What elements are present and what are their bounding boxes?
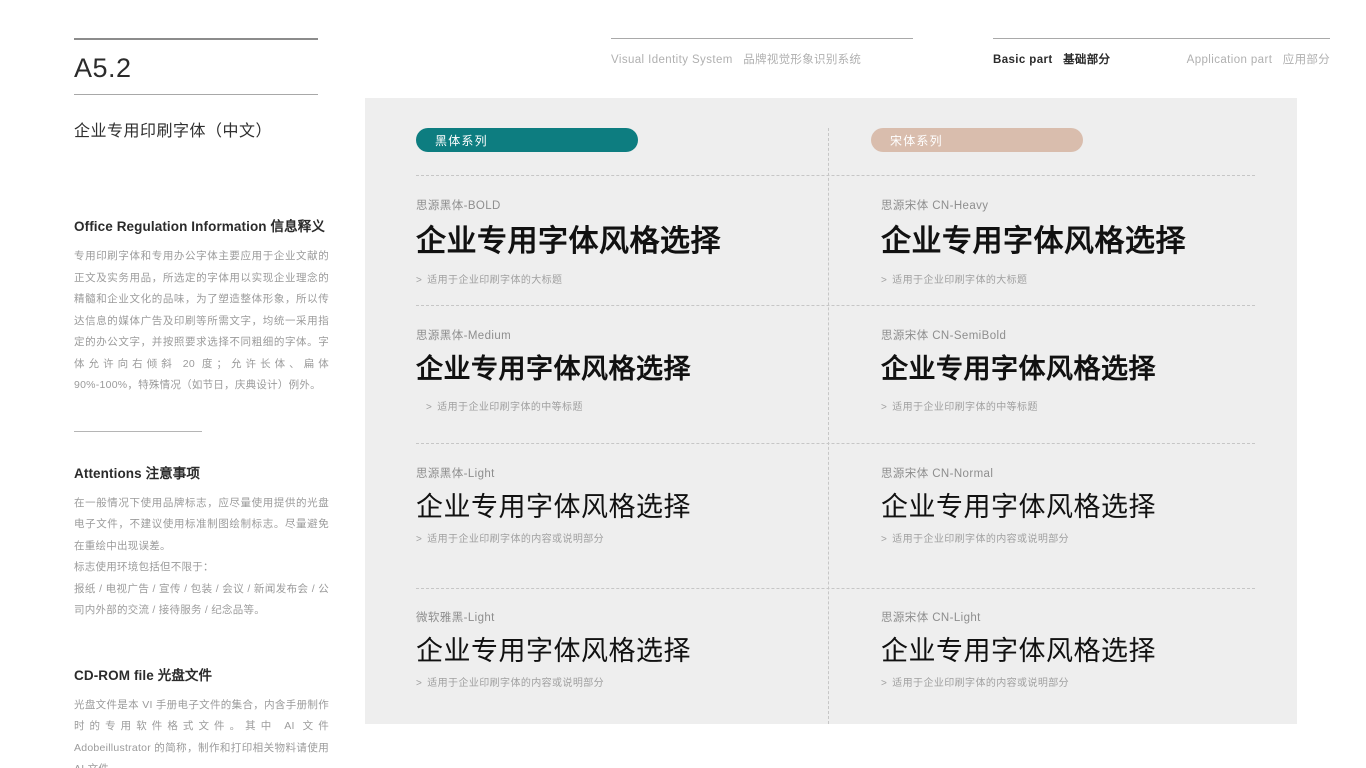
- cdrom-heading-cn: 光盘文件: [157, 667, 213, 683]
- font-sample-note-text: 适用于企业印刷字体的大标题: [892, 275, 1028, 287]
- sidebar: A5.2 企业专用印刷字体（中文） Office Regulation Info…: [74, 38, 332, 768]
- font-sample-note-text: 适用于企业印刷字体的大标题: [427, 275, 563, 287]
- font-sample-yahei-light: 微软雅黑-Light 企业专用字体风格选择 > 适用于企业印刷字体的内容或说明部分: [416, 609, 836, 689]
- font-sample-songti-semibold: 思源宋体 CN-SemiBold 企业专用字体风格选择 > 适用于企业印刷字体的中…: [881, 327, 1301, 413]
- attentions-heading: Attentions 注意事项: [74, 462, 329, 482]
- chevron-right-icon: >: [416, 275, 423, 287]
- divider-dashed-h1: [416, 175, 1255, 176]
- attentions-body-2: 标志使用环境包括但不限于：: [74, 561, 214, 574]
- chevron-right-icon: >: [881, 401, 888, 413]
- attentions-heading-cn: 注意事项: [145, 465, 201, 481]
- typography-panel: 黑体系列 宋体系列 思源黑体-BOLD 企业专用字体风格选择 > 适用于企业印刷字…: [365, 98, 1297, 724]
- divider-dashed-h2: [416, 305, 1255, 306]
- vi-manual-page: A5.2 企业专用印刷字体（中文） Office Regulation Info…: [0, 0, 1366, 768]
- font-sample-heiti-medium: 思源黑体-Medium 企业专用字体风格选择 > 适用于企业印刷字体的中等标题: [416, 327, 836, 413]
- pill-heiti-series: 黑体系列: [416, 128, 638, 152]
- font-sample-text: 企业专用字体风格选择: [881, 354, 1156, 384]
- font-sample-note-text: 适用于企业印刷字体的内容或说明部分: [427, 533, 605, 545]
- font-sample-note-text: 适用于企业印刷字体的中等标题: [892, 401, 1038, 413]
- font-sample-note: > 适用于企业印刷字体的中等标题: [416, 398, 836, 413]
- font-sample-text: 企业专用字体风格选择: [416, 636, 691, 667]
- pill-songti-label: 宋体系列: [890, 133, 943, 148]
- info-block-heading-en: Office Regulation Information: [74, 219, 267, 235]
- cdrom-heading: CD-ROM file 光盘文件: [74, 664, 329, 684]
- font-sample-name: 思源宋体 CN-SemiBold: [881, 330, 1007, 342]
- font-sample-text: 企业专用字体风格选择: [416, 354, 691, 384]
- chevron-right-icon: >: [881, 677, 888, 689]
- tab-basic-part-en: Basic part: [993, 54, 1053, 66]
- font-sample-name: 微软雅黑-Light: [416, 612, 495, 624]
- divider-dashed-h3: [416, 443, 1255, 444]
- font-sample-note-text: 适用于企业印刷字体的内容或说明部分: [427, 677, 605, 689]
- chevron-right-icon: >: [416, 533, 423, 545]
- font-sample-name: 思源宋体 CN-Normal: [881, 468, 994, 480]
- topnav-right: Basic part 基础部分 Application part 应用部分: [993, 38, 1330, 67]
- attentions-heading-en: Attentions: [74, 465, 142, 481]
- font-sample-name: 思源宋体 CN-Heavy: [881, 200, 989, 212]
- topnav-vis-cn: 品牌视觉形象识别系统: [743, 54, 862, 66]
- divider-dashed-h4: [416, 588, 1255, 589]
- cdrom-heading-en: CD-ROM file: [74, 667, 154, 683]
- font-sample-text: 企业专用字体风格选择: [881, 492, 1156, 522]
- topnav-right-labels: Basic part 基础部分 Application part 应用部分: [993, 39, 1330, 67]
- cdrom-body: 光盘文件是本 VI 手册电子文件的集合，内含手册制作时的专用软件格式文件。其中 …: [74, 698, 329, 768]
- font-sample-heiti-bold: 思源黑体-BOLD 企业专用字体风格选择 > 适用于企业印刷字体的大标题: [416, 197, 836, 286]
- font-sample-note: > 适用于企业印刷字体的大标题: [881, 271, 1301, 286]
- topnav-vis-en: Visual Identity System: [611, 54, 733, 66]
- topnav-visual-identity-system: Visual Identity System 品牌视觉形象识别系统: [611, 51, 861, 67]
- font-sample-songti-normal: 思源宋体 CN-Normal 企业专用字体风格选择 > 适用于企业印刷字体的内容或…: [881, 465, 1301, 545]
- font-sample-note: > 适用于企业印刷字体的内容或说明部分: [416, 530, 836, 545]
- font-sample-text: 企业专用字体风格选择: [881, 225, 1186, 258]
- font-sample-note-text: 适用于企业印刷字体的内容或说明部分: [892, 533, 1070, 545]
- topnav-left: Visual Identity System 品牌视觉形象识别系统: [611, 38, 913, 67]
- font-sample-note-text: 适用于企业印刷字体的内容或说明部分: [892, 677, 1070, 689]
- chevron-right-icon: >: [881, 533, 888, 545]
- font-sample-text: 企业专用字体风格选择: [416, 492, 691, 522]
- font-sample-songti-light: 思源宋体 CN-Light 企业专用字体风格选择 > 适用于企业印刷字体的内容或说…: [881, 609, 1301, 689]
- font-sample-songti-heavy: 思源宋体 CN-Heavy 企业专用字体风格选择 > 适用于企业印刷字体的大标题: [881, 197, 1301, 286]
- pill-songti-series: 宋体系列: [871, 128, 1083, 152]
- sidebar-block-divider: [74, 430, 202, 432]
- font-sample-note: > 适用于企业印刷字体的内容或说明部分: [416, 674, 836, 689]
- font-sample-name: 思源黑体-Medium: [416, 330, 512, 342]
- info-block-office-regulation: Office Regulation Information 信息释义 专用印刷字…: [74, 215, 329, 397]
- attentions-body-3: 报纸 / 电视广告 / 宣传 / 包装 / 会议 / 新闻发布会 / 公司内外部…: [74, 582, 329, 617]
- font-sample-name: 思源黑体-Light: [416, 468, 495, 480]
- info-block-body: 专用印刷字体和专用办公字体主要应用于企业文献的正文及实务用品，所选定的字体用以实…: [74, 250, 329, 392]
- attentions-body-1: 在一般情况下使用品牌标志，应尽量使用提供的光盘电子文件，不建议使用标准制图绘制标…: [74, 496, 329, 552]
- font-sample-note: > 适用于企业印刷字体的中等标题: [881, 398, 1301, 413]
- font-sample-heiti-light: 思源黑体-Light 企业专用字体风格选择 > 适用于企业印刷字体的内容或说明部分: [416, 465, 836, 545]
- pill-heiti-label: 黑体系列: [435, 133, 488, 148]
- page-title: 企业专用印刷字体（中文）: [74, 122, 273, 140]
- topnav-left-labels: Visual Identity System 品牌视觉形象识别系统: [611, 39, 913, 67]
- font-sample-note-text: 适用于企业印刷字体的中等标题: [437, 401, 583, 413]
- font-sample-note: > 适用于企业印刷字体的大标题: [416, 271, 836, 286]
- font-sample-name: 思源黑体-BOLD: [416, 200, 501, 212]
- chevron-right-icon: >: [426, 401, 433, 413]
- tab-application-part-en: Application part: [1186, 54, 1273, 66]
- font-sample-note: > 适用于企业印刷字体的内容或说明部分: [881, 530, 1301, 545]
- chevron-right-icon: >: [416, 677, 423, 689]
- font-sample-note: > 适用于企业印刷字体的内容或说明部分: [881, 674, 1301, 689]
- font-sample-text: 企业专用字体风格选择: [881, 636, 1156, 666]
- info-block-attentions: Attentions 注意事项 在一般情况下使用品牌标志，应尽量使用提供的光盘电…: [74, 462, 329, 622]
- font-sample-name: 思源宋体 CN-Light: [881, 612, 981, 624]
- page-section-code: A5.2: [74, 53, 132, 83]
- tab-basic-part[interactable]: Basic part 基础部分: [993, 51, 1110, 67]
- info-block-cdrom: CD-ROM file 光盘文件 光盘文件是本 VI 手册电子文件的集合，内含手…: [74, 664, 329, 768]
- font-sample-text: 企业专用字体风格选择: [416, 225, 721, 258]
- chevron-right-icon: >: [881, 275, 888, 287]
- tab-application-part[interactable]: Application part 应用部分: [1187, 51, 1330, 67]
- info-block-heading-cn: 信息释义: [270, 219, 325, 235]
- info-block-heading: Office Regulation Information 信息释义: [74, 215, 329, 235]
- tab-basic-part-cn: 基础部分: [1063, 54, 1111, 66]
- tab-application-part-cn: 应用部分: [1282, 54, 1330, 66]
